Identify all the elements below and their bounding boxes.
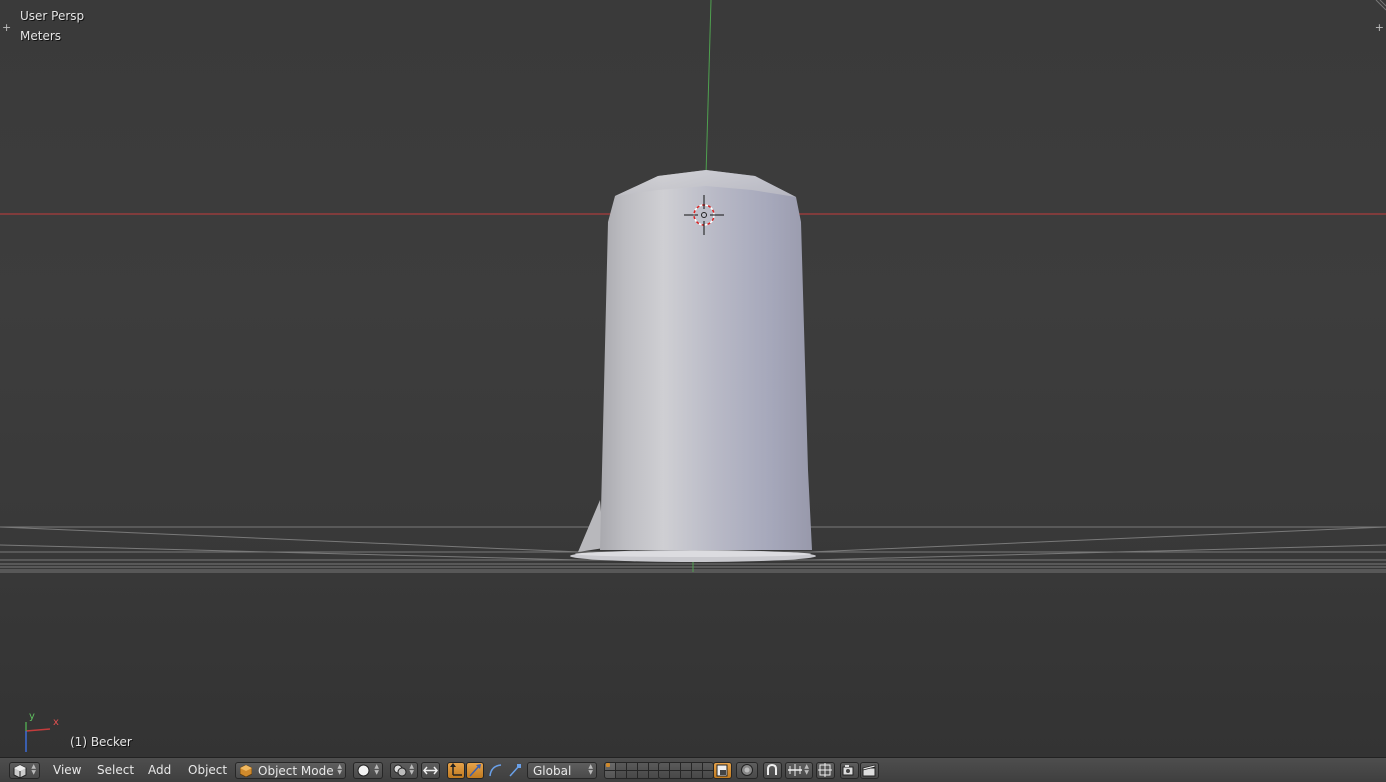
- menu-view[interactable]: View: [53, 763, 81, 778]
- menu-add[interactable]: Add: [148, 763, 171, 778]
- layer-button[interactable]: [670, 762, 681, 779]
- opengl-render-icon: [842, 765, 854, 776]
- y-axis-line: [705, 0, 712, 176]
- region-toggle-right-icon[interactable]: +: [1375, 22, 1384, 33]
- editor-type-button[interactable]: ▲ ▼: [9, 762, 40, 779]
- mode-label: Object Mode: [258, 764, 334, 778]
- object-info-label: (1) Becker: [70, 735, 132, 749]
- scale-manipulator-button[interactable]: [506, 762, 524, 779]
- pivot-point-icon: [393, 764, 407, 777]
- gizmo-x-label: x: [53, 717, 59, 728]
- units-label: Meters: [20, 29, 62, 43]
- axis-gizmo: [25, 722, 51, 752]
- lock-layers-icon: [716, 764, 728, 777]
- translate-manipulator-button[interactable]: [447, 762, 465, 779]
- 3d-view-header: ▲ ▼ View Select Add Object Object Mode ▲ ▼…: [0, 757, 1386, 782]
- layer-button[interactable]: [658, 762, 670, 779]
- layer-button[interactable]: [638, 762, 649, 779]
- pivot-point-dropdown[interactable]: ▲ ▼: [390, 762, 418, 779]
- 3d-viewport[interactable]: User Persp Meters (1) Becker x y + +: [0, 0, 1386, 757]
- rotate-manipulator-button[interactable]: [466, 762, 484, 779]
- snap-magnet-icon: [767, 763, 777, 775]
- layer-button[interactable]: [627, 762, 638, 779]
- solid-sphere-icon: [357, 764, 370, 777]
- transform-orientation-dropdown[interactable]: Global ▲ ▼: [527, 762, 597, 779]
- rotate-arc-icon: [489, 764, 502, 777]
- opengl-animation-button[interactable]: [860, 762, 879, 779]
- menu-select[interactable]: Select: [97, 763, 134, 778]
- layer-button[interactable]: [616, 762, 627, 779]
- view-name-label: User Persp: [20, 9, 85, 23]
- translate-arrow-icon: [450, 763, 462, 776]
- manipulator-icon: [423, 766, 438, 775]
- snap-target-icon: [818, 763, 832, 777]
- menu-object[interactable]: Object: [188, 763, 227, 778]
- scene-layers-group-1[interactable]: [604, 762, 660, 779]
- active-layer-dot: [606, 763, 610, 767]
- translate-arrow-icon: [469, 764, 481, 777]
- area-split-corner-icon[interactable]: [1374, 0, 1386, 12]
- scene-layers-group-2[interactable]: [658, 762, 714, 779]
- scale-arrow-icon: [509, 764, 521, 777]
- gizmo-y-label: y: [29, 711, 35, 722]
- updown-arrows-icon: ▲ ▼: [409, 763, 414, 776]
- orientation-label: Global: [533, 764, 572, 778]
- updown-arrows-icon: ▲ ▼: [804, 763, 809, 776]
- proportional-edit-button[interactable]: [736, 762, 758, 779]
- layer-button[interactable]: [692, 762, 703, 779]
- cup-model: [570, 170, 816, 562]
- mode-dropdown[interactable]: Object Mode ▲ ▼: [235, 762, 346, 779]
- updown-arrows-icon: ▲ ▼: [374, 763, 379, 776]
- snap-element-dropdown[interactable]: ▲ ▼: [785, 762, 813, 779]
- viewport-shading-dropdown[interactable]: ▲ ▼: [353, 762, 383, 779]
- object-cube-icon: [240, 765, 252, 777]
- snap-target-button[interactable]: [816, 762, 835, 779]
- manipulator-toggle[interactable]: [421, 762, 440, 779]
- opengl-render-button[interactable]: [840, 762, 859, 779]
- clapboard-icon: [862, 764, 876, 777]
- lock-layers-button[interactable]: [713, 762, 732, 779]
- updown-arrows-icon: ▲ ▼: [337, 763, 342, 776]
- 3d-cube-icon: [13, 764, 27, 778]
- snap-increment-icon: [788, 764, 802, 776]
- viewport-scene: [0, 0, 1386, 752]
- updown-arrows-icon: ▲ ▼: [588, 763, 593, 776]
- snap-toggle[interactable]: [763, 762, 782, 779]
- rotate-arc-button[interactable]: [486, 762, 504, 779]
- proportional-edit-icon: [741, 764, 753, 776]
- updown-arrows-icon: ▲ ▼: [31, 763, 36, 776]
- region-toggle-left-icon[interactable]: +: [2, 22, 11, 33]
- layer-button[interactable]: [681, 762, 692, 779]
